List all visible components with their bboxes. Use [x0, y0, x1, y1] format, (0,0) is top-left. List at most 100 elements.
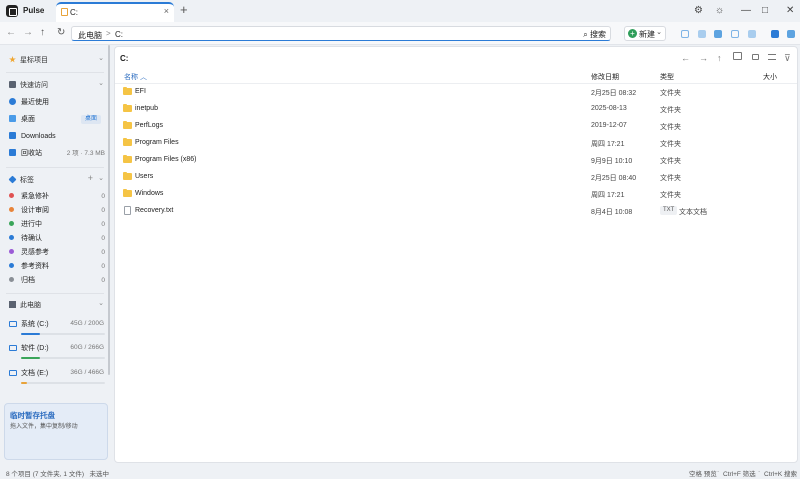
table-row[interactable]: Recovery.txt 8月4日 10:08 TXT 文本文档: [115, 203, 797, 220]
copy-icon[interactable]: [698, 30, 706, 38]
text-file-icon: [124, 206, 131, 215]
new-tab-icon[interactable]: +: [180, 3, 188, 17]
filter-icon[interactable]: ⊽: [784, 53, 791, 63]
refresh-icon[interactable]: ↻: [57, 27, 65, 39]
address-bar[interactable]: 此电脑 > C: ⌕ 搜索: [71, 26, 611, 41]
theme-icon[interactable]: ☼: [715, 5, 724, 16]
tag-item[interactable]: 待确认 0: [9, 232, 105, 246]
maximize-icon[interactable]: □: [762, 5, 768, 16]
drive-c-size: 45G / 200G: [70, 320, 104, 327]
tray-title: 临时暂存托盘: [10, 411, 55, 420]
tab-close-icon[interactable]: ×: [164, 6, 169, 16]
sidebar-item-downloads[interactable]: Downloads: [9, 130, 105, 144]
tag-dot-icon: [9, 277, 14, 282]
view-columns-icon[interactable]: [733, 52, 742, 60]
new-button[interactable]: + 新建 ⌄: [624, 26, 666, 41]
table-row[interactable]: Users 2月25日 08:40 文件夹: [115, 169, 797, 186]
up-icon[interactable]: ↑: [40, 27, 45, 39]
quick-access-chevron-icon[interactable]: ⌄: [98, 79, 104, 87]
table-row[interactable]: Program Files 周四 17:21 文件夹: [115, 135, 797, 152]
hint-preview: 空格 预览: [689, 471, 717, 478]
drive-e-usage-bar: [21, 382, 105, 384]
tag-item[interactable]: 进行中 0: [9, 218, 105, 232]
folder-icon: [123, 171, 132, 180]
clock-icon: [9, 98, 16, 105]
forward-icon[interactable]: →: [23, 27, 33, 39]
tag-item[interactable]: 灵感参考 0: [9, 246, 105, 260]
search-button[interactable]: ⌕ 搜索: [583, 29, 606, 40]
table-row[interactable]: PerfLogs 2019-12-07 文件夹: [115, 118, 797, 135]
terminal-icon[interactable]: [771, 30, 779, 38]
staging-tray[interactable]: 临时暂存托盘 拖入文件，集中复制/移动: [4, 403, 108, 460]
settings-icon[interactable]: ⚙: [694, 5, 703, 16]
panel-up-icon[interactable]: ↑: [717, 53, 722, 63]
divider: [6, 72, 104, 73]
tag-item[interactable]: 参考资料 0: [9, 260, 105, 274]
sidebar-item-desktop[interactable]: 桌面 桌面: [9, 113, 105, 127]
breadcrumb-this-pc[interactable]: 此电脑: [78, 30, 102, 41]
rename-icon[interactable]: [731, 30, 739, 38]
folder-icon: [123, 188, 132, 197]
drive-c[interactable]: 系统 (C:): [9, 319, 49, 329]
tag-dot-icon: [9, 207, 14, 212]
tag-item[interactable]: 设计审阅 0: [9, 204, 105, 218]
quick-access-header[interactable]: 快速访问: [9, 80, 48, 90]
cut-icon[interactable]: [681, 30, 689, 38]
back-icon[interactable]: ←: [6, 27, 16, 39]
sidebar-item-recycle-bin[interactable]: 回收站 2 项 · 7.3 MB: [9, 147, 105, 161]
star-icon: [9, 56, 16, 63]
column-header-type[interactable]: 类型: [660, 72, 674, 82]
add-tag-icon[interactable]: +: [88, 173, 93, 183]
favorites-chevron-icon[interactable]: ⌄: [98, 54, 104, 62]
drive-d[interactable]: 软件 (D:): [9, 343, 49, 353]
tags-chevron-icon[interactable]: ⌄: [98, 174, 104, 182]
tag-dot-icon: [9, 221, 14, 226]
breadcrumb-separator-icon: >: [106, 29, 111, 38]
title-bar: Pulse C: × + ⚙ ☼ — □ ✕: [0, 0, 800, 22]
properties-icon[interactable]: [787, 30, 795, 38]
quick-access-icon: [9, 81, 16, 88]
sidebar-item-recent[interactable]: 最近使用: [9, 96, 105, 110]
table-row[interactable]: inetpub 2025-08-13 文件夹: [115, 101, 797, 118]
table-row[interactable]: Windows 周四 17:21 文件夹: [115, 186, 797, 203]
tags-header[interactable]: 标签: [8, 175, 34, 185]
folder-icon: [123, 103, 132, 112]
minimize-icon[interactable]: —: [741, 5, 751, 16]
favorites-header[interactable]: 星标项目: [9, 55, 48, 65]
column-header-size[interactable]: 大小: [763, 72, 777, 82]
current-path: C:: [120, 54, 129, 63]
sidebar: 星标项目 ⌄ 快速访问 ⌄ 最近使用 桌面 桌面 Downloads 回收站 2 项…: [0, 45, 110, 465]
tray-hint: 拖入文件，集中复制/移动: [10, 424, 78, 430]
close-icon[interactable]: ✕: [786, 5, 794, 16]
tag-item[interactable]: 紧急修补 0: [9, 190, 105, 204]
this-pc-chevron-icon[interactable]: ⌄: [98, 299, 104, 307]
panel-back-icon[interactable]: ←: [681, 53, 690, 63]
hint-search: Ctrl+K 搜索: [764, 471, 798, 478]
this-pc-header[interactable]: 此电脑: [9, 300, 41, 310]
divider: [6, 293, 104, 294]
sidebar-scrollbar[interactable]: [108, 45, 110, 375]
drive-e[interactable]: 文档 (E:): [9, 368, 48, 378]
share-icon[interactable]: [748, 30, 756, 38]
drive-d-size: 60G / 266G: [70, 344, 104, 351]
paste-icon[interactable]: [714, 30, 722, 38]
preview-pane-icon[interactable]: [752, 54, 759, 60]
tab-label: C:: [70, 8, 78, 17]
status-separator: ·: [758, 468, 761, 475]
column-header-name[interactable]: 名称 ︿: [124, 72, 147, 82]
tag-item[interactable]: 归档 0: [9, 274, 105, 288]
table-row[interactable]: EFI 2月25日 08:32 文件夹: [115, 84, 797, 101]
tab-c-drive[interactable]: C: ×: [56, 2, 174, 22]
column-header-date[interactable]: 修改日期: [591, 72, 619, 82]
folder-icon: [123, 154, 132, 163]
chevron-down-icon: ⌄: [656, 29, 662, 36]
breadcrumb-c-drive[interactable]: C:: [115, 30, 123, 39]
table-row[interactable]: Program Files (x86) 9月9日 10:10 文件夹: [115, 152, 797, 169]
tag-dot-icon: [9, 235, 14, 240]
drive-icon: [9, 370, 17, 376]
desktop-icon: [9, 115, 16, 122]
list-view-icon[interactable]: [768, 54, 776, 60]
hint-filter: Ctrl+F 筛选: [723, 471, 756, 478]
drive-e-size: 36G / 466G: [70, 369, 104, 376]
panel-forward-icon[interactable]: →: [699, 53, 708, 63]
